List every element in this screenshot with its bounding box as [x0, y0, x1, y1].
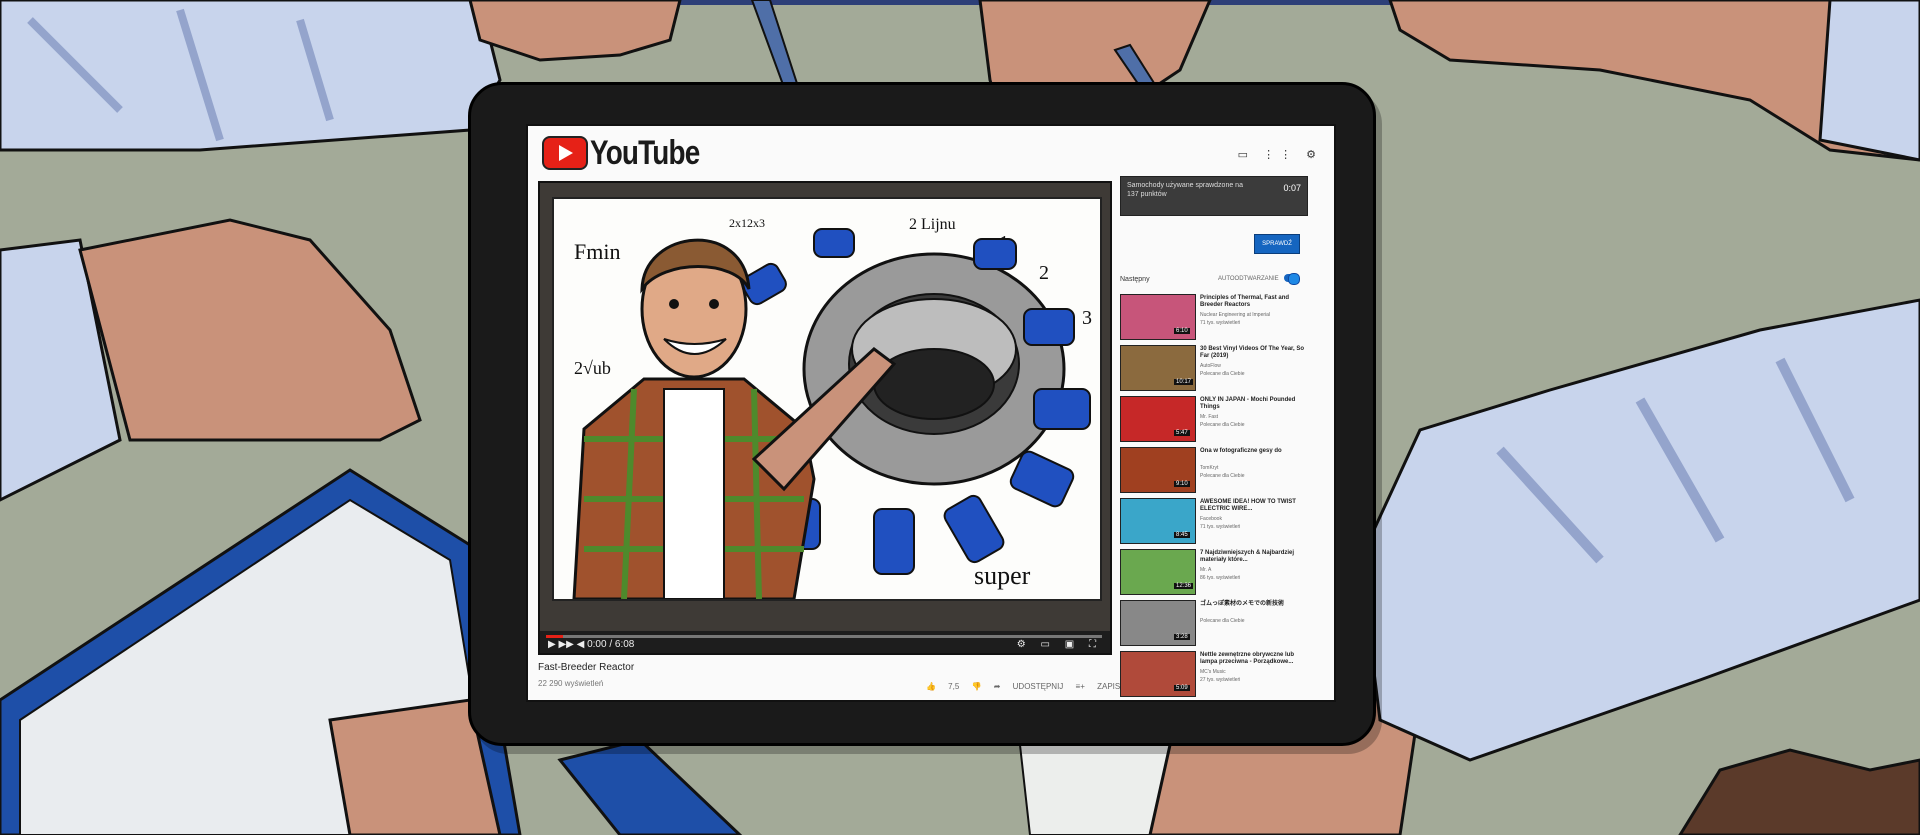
video-duration: 8:45 — [1174, 532, 1190, 538]
video-channel: Nuclear Engineering at Imperial — [1200, 312, 1271, 318]
progress-bar[interactable] — [546, 635, 1102, 638]
board-note: 2√ub — [574, 358, 611, 378]
video-title[interactable]: AWESOME IDEA! HOW TO TWIST ELECTRIC WIRE… — [1200, 499, 1308, 513]
youtube-logo-icon[interactable] — [542, 136, 588, 170]
video-channel: Mr. A — [1200, 567, 1212, 573]
ad-time: 0:07 — [1283, 183, 1301, 193]
video-channel: Facebook — [1200, 516, 1222, 522]
video-channel: AutoFlow — [1200, 363, 1221, 369]
video-duration: 5:09 — [1174, 685, 1190, 691]
recommended-video[interactable]: 5:09 Nettle zewnętrzne obrywczne lub lamp… — [1120, 651, 1310, 697]
recommended-video[interactable]: 3:28 ゴムっぽ素材のメモでの新技術 Polecane dla Ciebie — [1120, 600, 1310, 646]
recommended-video[interactable]: 8:45 AWESOME IDEA! HOW TO TWIST ELECTRIC … — [1120, 498, 1310, 544]
illustration-scene: YouTube ▭ ⋮⋮ ⚙ Fmin 2x12x3 2 Lijnu 2√ub … — [0, 0, 1920, 835]
playback-controls[interactable]: ▶ ▶▶ ◀ 0:00 / 6:08 — [548, 639, 634, 650]
tablet-screen: YouTube ▭ ⋮⋮ ⚙ Fmin 2x12x3 2 Lijnu 2√ub … — [526, 124, 1336, 702]
video-duration: 6:10 — [1174, 328, 1190, 334]
video-channel: Polecane dla Ciebie — [1200, 618, 1245, 624]
check-button[interactable]: SPRAWDŹ — [1254, 234, 1300, 254]
ad-banner[interactable]: Samochody używane sprawdzone na 137 punk… — [1120, 176, 1308, 216]
video-title[interactable]: Principles of Thermal, Fast and Breeder … — [1200, 295, 1308, 309]
video-views: 27 tys. wyświetleń — [1200, 677, 1241, 683]
video-views: Polecane dla Ciebie — [1200, 422, 1245, 428]
video-title[interactable]: Ona w fotograficzne gesy do — [1200, 448, 1308, 455]
board-note: 2 Lijnu — [909, 216, 956, 233]
autoplay-toggle[interactable] — [1284, 273, 1300, 285]
video-views: 71 tys. wyświetleń — [1200, 524, 1241, 530]
video-duration: 5:47 — [1174, 430, 1190, 436]
video-title[interactable]: 30 Best Vinyl Videos Of The Year, So Far… — [1200, 346, 1308, 360]
video-views: Polecane dla Ciebie — [1200, 473, 1245, 479]
left-hand — [78, 218, 422, 442]
right-sleeve — [1358, 298, 1920, 762]
dark-hand — [1678, 748, 1920, 835]
clipboard-clamp — [557, 738, 743, 835]
video-title[interactable]: Nettle zewnętrzne obrywczne lub lampa pr… — [1200, 652, 1308, 666]
player-controls[interactable]: ▶ ▶▶ ◀ 0:00 / 6:08 ⚙ ▭ ▣ ⛶ — [540, 631, 1110, 653]
video-views: 71 tys. wyświetleń — [1200, 320, 1241, 326]
video-channel: MC's Music — [1200, 669, 1226, 675]
video-views: Polecane dla Ciebie — [1200, 371, 1245, 377]
video-channel: Mr. Fast — [1200, 414, 1219, 420]
video-duration: 9:10 — [1174, 481, 1190, 487]
board-note: 2 — [1039, 262, 1049, 284]
board-note: 2x12x3 — [729, 216, 765, 230]
video-title[interactable]: ゴムっぽ素材のメモでの新技術 — [1200, 601, 1308, 608]
recommended-video[interactable]: 9:10 Ona w fotograficzne gesy do TomKryt Po… — [1120, 447, 1310, 493]
youtube-wordmark[interactable]: YouTube — [590, 134, 700, 173]
recommended-video[interactable]: 6:10 Principles of Thermal, Fast and Bree… — [1120, 294, 1310, 340]
top-left-hand — [468, 0, 682, 62]
top-left-sleeve — [0, 0, 502, 152]
board-note: 3 — [1082, 307, 1092, 329]
video-title[interactable]: 7 Najdziwniejszych & Najbardziej materia… — [1200, 550, 1308, 564]
video-title[interactable]: ONLY IN JAPAN - Mochi Pounded Things — [1200, 397, 1308, 411]
video-player[interactable]: Fmin 2x12x3 2 Lijnu 2√ub super 1 2 3 — [538, 181, 1112, 655]
header-icons[interactable]: ▭ ⋮⋮ ⚙ — [1238, 148, 1322, 161]
recommended-video[interactable]: 12:36 7 Najdziwniejszych & Najbardziej ma… — [1120, 549, 1310, 595]
board-note: super — [974, 561, 1031, 590]
video-duration: 3:28 — [1174, 634, 1190, 640]
video-title: Fast-Breeder Reactor — [538, 662, 635, 673]
video-channel: TomKryt — [1200, 465, 1219, 471]
youtube-header: YouTube ▭ ⋮⋮ ⚙ — [528, 126, 1334, 176]
sidebar: Samochody używane sprawdzone na 137 punk… — [1118, 176, 1328, 700]
recommended-video[interactable]: 5:47 ONLY IN JAPAN - Mochi Pounded Things… — [1120, 396, 1310, 442]
video-actions[interactable]: 👍 7,5 👎 ➦ UDOSTĘPNIJ ≡+ ZAPISZ ⋯ — [926, 682, 1145, 691]
recommended-video[interactable]: 10:17 30 Best Vinyl Videos Of The Year, S… — [1120, 345, 1310, 391]
video-duration: 12:36 — [1174, 583, 1194, 589]
board-note: Fmin — [574, 239, 620, 264]
video-frame-drawing: Fmin 2x12x3 2 Lijnu 2√ub super 1 2 3 — [572, 216, 1092, 601]
video-views: 22 290 wyświetleń — [538, 679, 604, 688]
next-label: Następny — [1120, 276, 1150, 283]
progress-fill — [546, 635, 563, 638]
video-views: 86 tys. wyświetleń — [1200, 575, 1241, 581]
player-right-controls[interactable]: ⚙ ▭ ▣ ⛶ — [1017, 639, 1102, 650]
ad-text: Samochody używane sprawdzone na 137 punk… — [1127, 182, 1243, 198]
autoplay-label: AUTOODTWARZANIE — [1218, 276, 1279, 282]
video-duration: 10:17 — [1174, 379, 1194, 385]
whiteboard: Fmin 2x12x3 2 Lijnu 2√ub super 1 2 3 — [552, 197, 1102, 601]
top-right-sleeve — [1818, 0, 1920, 162]
